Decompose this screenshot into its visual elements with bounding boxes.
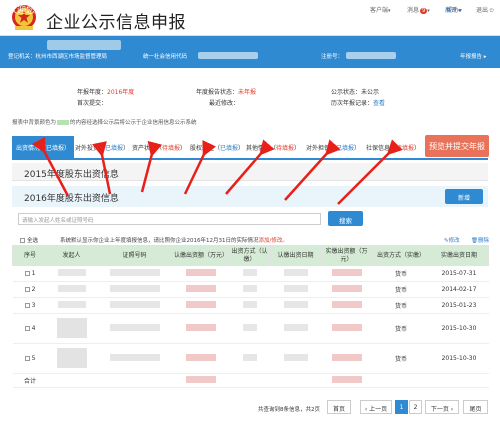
last-modify: 最近修改： bbox=[209, 100, 240, 107]
tab-asset-status[interactable]: 资产状况（待填报） bbox=[132, 136, 186, 158]
first-page-button[interactable]: 首页 bbox=[327, 400, 351, 414]
col-header: 认缴出资日期 bbox=[270, 245, 321, 266]
report-year: 年报年度：2016年度 bbox=[77, 89, 135, 96]
table-row[interactable]: 3 货币 2015-01-23 bbox=[12, 297, 489, 314]
reg-org: 登记机关：杭州市西湖区市场监督管理局 bbox=[8, 54, 108, 60]
row-checkbox[interactable] bbox=[24, 271, 30, 276]
company-name-redacted bbox=[47, 40, 121, 50]
select-all-checkbox[interactable]: 全选 bbox=[20, 236, 38, 244]
page-2-button[interactable]: 2 bbox=[409, 400, 422, 414]
delete-link[interactable]: 🗑删除 bbox=[471, 236, 489, 244]
search-input[interactable]: 请输入发起人姓名或证照号码 bbox=[18, 213, 321, 225]
add-button[interactable]: 新增 bbox=[445, 189, 483, 204]
next-page-button[interactable]: 下一页 › bbox=[425, 400, 459, 414]
annual-report-link[interactable]: 年报报告 ▸ bbox=[460, 52, 487, 60]
col-header: 证照号码 bbox=[95, 245, 174, 266]
client-link[interactable]: 客户端▾ bbox=[370, 5, 391, 14]
table-row[interactable]: 5 货币 2015-10-30 bbox=[12, 343, 489, 374]
delete-icon: 🗑 bbox=[471, 238, 478, 244]
welcome-greeting: 欢迎您！ bbox=[8, 6, 45, 16]
tab-other-info[interactable]: 其他情况（待填报） bbox=[246, 136, 300, 158]
contribution-table: 序号 发起人 证照号码 认缴出资额（万元） 出资方式（认缴） 认缴出资日期 实缴… bbox=[12, 245, 489, 388]
credit-code-label: 统一社会信用代码 bbox=[143, 54, 188, 60]
history-view-link[interactable]: 查看 bbox=[373, 100, 385, 107]
message-link[interactable]: 消息 9 ▾ bbox=[407, 5, 430, 14]
hint-add-modify-link[interactable]: 添加/修改。 bbox=[259, 238, 288, 244]
tab-external-investment[interactable]: 对外投资（已填报） bbox=[75, 136, 129, 158]
reg-no-redacted bbox=[346, 52, 396, 59]
row-checkbox[interactable] bbox=[24, 356, 30, 361]
credit-code-redacted bbox=[198, 52, 258, 59]
tab-external-guarantee[interactable]: 对外担保（已填报） bbox=[306, 136, 360, 158]
row-checkbox[interactable] bbox=[24, 326, 30, 331]
row-checkbox[interactable] bbox=[24, 287, 30, 292]
preview-submit-button[interactable]: 预览并提交年报 bbox=[425, 135, 489, 157]
expand-link[interactable]: 展开 ▾ bbox=[445, 5, 462, 14]
last-page-button[interactable]: 尾页 bbox=[463, 400, 488, 414]
page-1-button[interactable]: 1 bbox=[395, 400, 408, 414]
panel-2015: 2015年度股东出资信息 bbox=[12, 163, 488, 181]
edit-link[interactable]: ✎修改 bbox=[444, 236, 460, 244]
total-row: 合计 bbox=[12, 373, 489, 388]
col-header: 实缴出资日期 bbox=[429, 245, 489, 266]
table-row[interactable]: 2 货币 2014-02-17 bbox=[12, 281, 489, 298]
hint-text: 系统默认显示你企业上年度填报信息，请比照你企业2016年12月31日的实际情况添… bbox=[60, 238, 288, 244]
panel-2016-title: 2016年度股东出资信息 bbox=[24, 194, 119, 204]
panel-2015-title: 2015年度股东出资信息 bbox=[24, 170, 119, 180]
panel-2016: 2016年度股东出资信息 bbox=[12, 186, 488, 207]
color-notice: 报表中背景颜色为 的内容经选择公示后将公示于企业信用信息公示系统 bbox=[12, 120, 197, 126]
search-button[interactable]: 搜索 bbox=[328, 211, 363, 226]
first-submit: 首次提交： bbox=[77, 100, 108, 107]
table-row[interactable]: 4 货币 2015-10-30 bbox=[12, 313, 489, 344]
col-header: 序号 bbox=[12, 245, 48, 266]
col-header: 出资方式（认缴） bbox=[228, 245, 271, 266]
report-state: 年度报告状态：未年报 bbox=[196, 89, 257, 96]
logout-link[interactable]: 退出 ⏻ bbox=[476, 5, 494, 14]
reg-no-label: 注册号： bbox=[321, 54, 344, 60]
col-header: 出资方式（实缴） bbox=[372, 245, 430, 266]
table-row[interactable]: 1 货币 2015-07-31 bbox=[12, 265, 489, 282]
prev-page-button[interactable]: ‹ 上一页 bbox=[360, 400, 392, 414]
page-title: 企业公示信息申报 bbox=[46, 13, 186, 33]
col-header: 认缴出资额（万元） bbox=[173, 245, 229, 266]
history-records: 历次年报记录：查看 bbox=[331, 100, 386, 107]
tab-capital-contribution[interactable]: 出资情况（已填报） bbox=[12, 136, 75, 158]
col-header: 发起人 bbox=[47, 245, 96, 266]
public-state: 公示状态：未公示 bbox=[331, 89, 380, 96]
row-checkbox[interactable] bbox=[24, 303, 30, 308]
tab-social-security[interactable]: 社保信息（待填报） bbox=[366, 136, 420, 158]
col-header: 实缴出资额（万元） bbox=[320, 245, 373, 266]
tab-equity-transfer[interactable]: 股权转让（已填报） bbox=[190, 136, 244, 158]
pager-info: 共查询到8条信息，共2页 bbox=[258, 407, 320, 413]
